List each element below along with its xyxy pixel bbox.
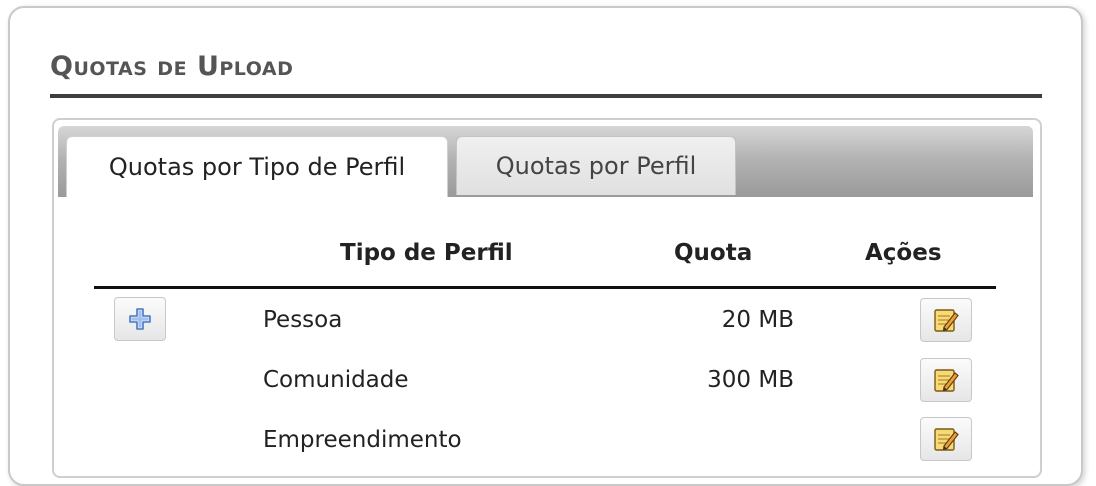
table-header-divider (94, 286, 996, 289)
tab-label: Quotas por Perfil (495, 152, 697, 180)
page-title: Quotas de Upload (50, 51, 294, 82)
column-header-tipo-de-perfil: Tipo de Perfil (340, 240, 513, 266)
tab-quotas-por-perfil[interactable]: Quotas por Perfil (456, 136, 736, 195)
tab-label: Quotas por Tipo de Perfil (108, 153, 406, 181)
edit-note-icon (934, 428, 959, 451)
plus-icon (129, 308, 151, 330)
title-divider (50, 94, 1042, 98)
column-header-quota: Quota (674, 240, 753, 266)
table-row-tipo: Comunidade (263, 367, 409, 393)
edit-note-icon (934, 369, 959, 392)
table-row-quota: 300 MB (707, 367, 794, 393)
column-header-acoes: Ações (865, 240, 942, 266)
edit-note-icon (934, 309, 959, 332)
add-button[interactable] (114, 297, 166, 341)
edit-button[interactable] (920, 298, 972, 342)
table-row-quota: 20 MB (721, 307, 794, 333)
edit-button[interactable] (920, 417, 972, 461)
table-row-tipo: Empreendimento (263, 427, 462, 453)
edit-button[interactable] (920, 358, 972, 402)
table-row-tipo: Pessoa (263, 307, 343, 333)
tab-quotas-por-tipo-de-perfil[interactable]: Quotas por Tipo de Perfil (66, 136, 448, 197)
